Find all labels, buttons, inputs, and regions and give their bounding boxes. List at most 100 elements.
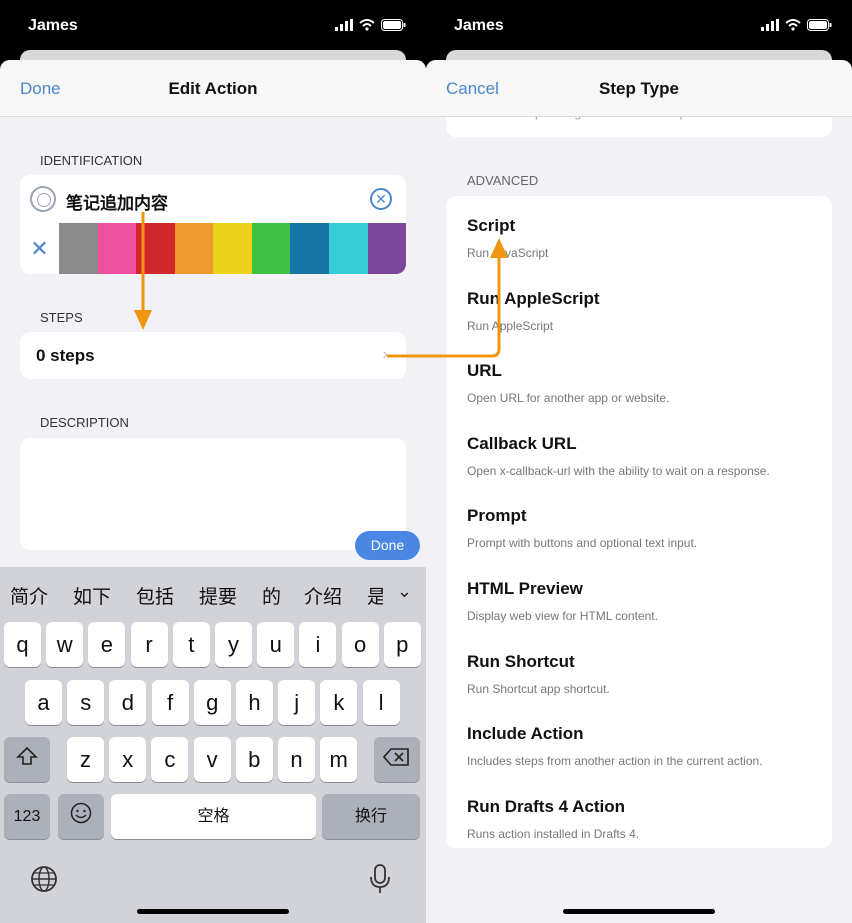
candidate-item[interactable]: 的: [262, 582, 281, 609]
color-swatch[interactable]: [328, 223, 368, 274]
key-h[interactable]: h: [236, 680, 273, 725]
step-type-item[interactable]: Run Drafts 4 Action Runs action installed…: [467, 785, 822, 857]
keyboard: 简介 如下 包括 提要 的 介绍 是 ⌄ qwertyuiop asdfghjkl…: [0, 567, 426, 923]
page-title: Step Type: [599, 79, 679, 98]
key-a[interactable]: a: [25, 680, 62, 725]
key-k[interactable]: k: [320, 680, 358, 725]
color-swatch[interactable]: [59, 223, 98, 274]
emoji-icon[interactable]: [58, 794, 104, 839]
steps-row[interactable]: 0 steps ›: [20, 332, 406, 379]
home-indicator: [563, 909, 715, 914]
action-name-field[interactable]: 笔记追加内容: [66, 189, 168, 214]
candidate-item[interactable]: 介绍: [304, 582, 342, 609]
step-type-subtitle: Prompt with buttons and optional text in…: [467, 536, 698, 551]
step-type-title: URL: [467, 361, 502, 381]
key-s[interactable]: s: [67, 680, 105, 725]
key-z[interactable]: z: [67, 737, 104, 782]
key-n[interactable]: n: [278, 737, 315, 782]
step-type-sheet: Define a template tag for use in later s…: [426, 60, 852, 923]
identification-card: 笔记追加内容 ✕ ✕: [20, 175, 406, 274]
keyboard-done-button[interactable]: Done: [355, 531, 420, 560]
step-type-item[interactable]: Include Action Includes steps from anothe…: [467, 712, 822, 784]
color-picker: ✕: [20, 223, 406, 274]
key-p[interactable]: p: [383, 622, 421, 667]
step-type-subtitle: Run JavaScript: [467, 246, 549, 260]
step-type-item[interactable]: Run AppleScript Run AppleScript: [467, 277, 822, 349]
candidate-item[interactable]: 如下: [73, 582, 111, 609]
microphone-icon[interactable]: [369, 864, 391, 901]
backspace-icon[interactable]: [374, 737, 420, 782]
step-type-title: Prompt: [467, 506, 527, 526]
action-icon[interactable]: [30, 186, 56, 212]
step-type-subtitle: Open x-callback-url with the ability to …: [467, 463, 770, 478]
clear-icon[interactable]: ✕: [370, 188, 392, 210]
color-swatch[interactable]: [136, 223, 175, 274]
key-d[interactable]: d: [109, 680, 147, 725]
key-u[interactable]: u: [257, 622, 295, 667]
key-e[interactable]: e: [88, 622, 126, 667]
step-type-item[interactable]: Script Run JavaScript: [467, 204, 822, 276]
key-y[interactable]: y: [215, 622, 252, 667]
chevron-down-icon[interactable]: ⌄: [397, 581, 412, 602]
return-key[interactable]: 换行: [322, 794, 420, 839]
no-color-icon[interactable]: ✕: [20, 223, 59, 274]
step-type-title: Callback URL: [467, 433, 577, 453]
key-i[interactable]: i: [299, 622, 337, 667]
step-type-item[interactable]: HTML Preview Display web view for HTML co…: [467, 567, 822, 639]
key-x[interactable]: x: [109, 737, 147, 782]
color-swatch[interactable]: [367, 223, 406, 274]
step-type-subtitle: Run AppleScript: [467, 318, 554, 333]
color-swatch[interactable]: [290, 223, 329, 274]
color-swatch[interactable]: [97, 223, 137, 274]
step-type-subtitle: Includes steps from another action in th…: [467, 754, 763, 769]
step-type-item[interactable]: URL Open URL for another app or website.: [467, 349, 822, 421]
candidate-item[interactable]: 提要: [199, 582, 237, 609]
status-bar: James: [426, 0, 852, 50]
key-g[interactable]: g: [193, 680, 231, 725]
shift-icon[interactable]: [4, 737, 50, 782]
key-m[interactable]: m: [320, 737, 358, 782]
steps-count: 0 steps: [36, 346, 95, 365]
key-w[interactable]: w: [46, 622, 84, 667]
step-type-item[interactable]: Prompt Prompt with buttons and optional t…: [467, 494, 822, 566]
key-c[interactable]: c: [151, 737, 189, 782]
step-type-title: Script: [467, 216, 516, 235]
candidate-item[interactable]: 包括: [136, 582, 174, 609]
step-type-item[interactable]: Run Shortcut Run Shortcut app shortcut.: [467, 640, 822, 712]
step-type-subtitle: Open URL for another app or website.: [467, 391, 670, 406]
identification-label: IDENTIFICATION: [40, 153, 143, 168]
status-icons: [335, 18, 406, 36]
globe-icon[interactable]: [30, 865, 58, 900]
key-b[interactable]: b: [235, 737, 273, 782]
step-type-title: Include Action: [467, 724, 584, 744]
color-swatch[interactable]: [174, 223, 214, 274]
description-field[interactable]: [20, 438, 406, 550]
key-f[interactable]: f: [151, 680, 189, 725]
key-r[interactable]: r: [130, 622, 168, 667]
candidate-item[interactable]: 简介: [10, 582, 48, 609]
battery-icon: [807, 18, 832, 36]
candidate-bar: 简介 如下 包括 提要 的 介绍 是 ⌄: [0, 567, 426, 619]
signal-icon: [335, 18, 353, 36]
status-bar: James: [0, 0, 426, 50]
candidate-item[interactable]: 是: [367, 582, 383, 609]
step-type-title: HTML Preview: [467, 579, 583, 598]
battery-icon: [381, 18, 406, 36]
color-swatch[interactable]: [251, 223, 291, 274]
key-o[interactable]: o: [341, 622, 379, 667]
numbers-key[interactable]: 123: [4, 794, 50, 839]
step-type-title: Run Shortcut: [467, 651, 575, 671]
advanced-label: ADVANCED: [467, 173, 539, 188]
key-v[interactable]: v: [193, 737, 231, 782]
key-t[interactable]: t: [172, 622, 210, 667]
key-q[interactable]: q: [4, 622, 41, 667]
key-l[interactable]: l: [362, 680, 400, 725]
color-swatch[interactable]: [213, 223, 252, 274]
step-type-list: Script Run JavaScript Run AppleScript Run A…: [446, 196, 832, 848]
step-type-item[interactable]: Callback URL Open x-callback-url with the…: [467, 422, 822, 494]
signal-icon: [761, 18, 779, 36]
wifi-icon: [785, 18, 801, 36]
space-key[interactable]: 空格: [111, 794, 316, 839]
key-j[interactable]: j: [278, 680, 316, 725]
status-icons: [761, 18, 832, 36]
